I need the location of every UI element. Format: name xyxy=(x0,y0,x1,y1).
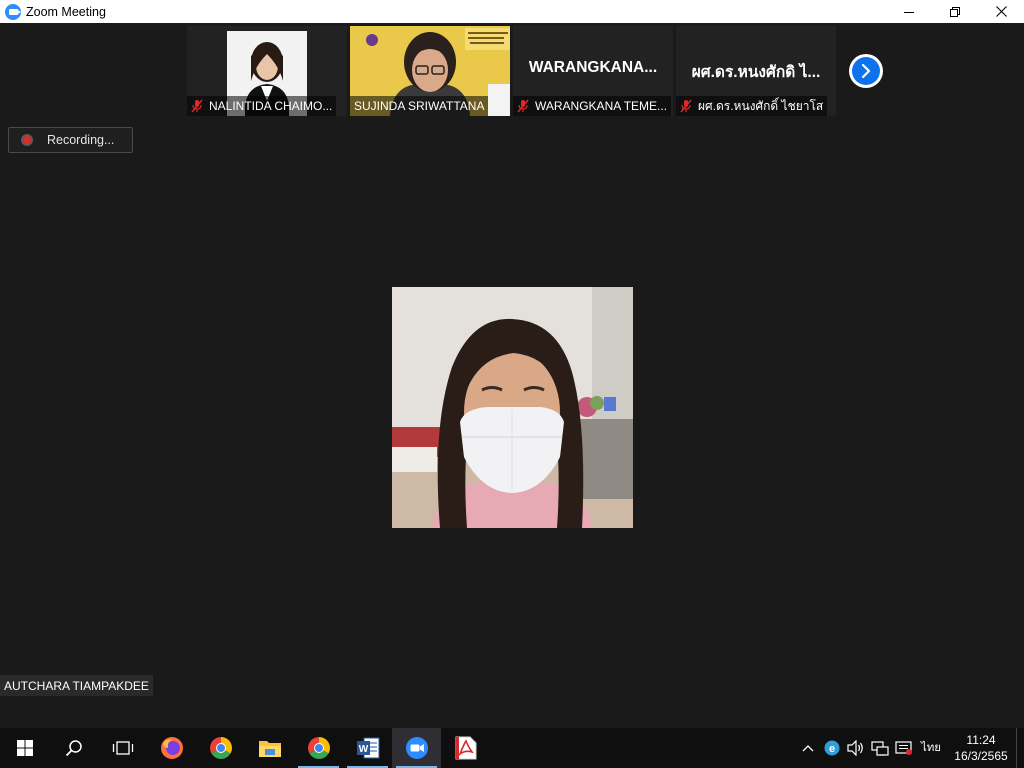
search-button[interactable] xyxy=(49,728,98,768)
minimize-button[interactable] xyxy=(886,0,932,23)
search-icon xyxy=(65,740,82,757)
restore-icon xyxy=(950,6,960,17)
participant-display-name: WARANGKANA... xyxy=(528,59,658,76)
close-icon xyxy=(995,6,1007,17)
clock-time: 11:24 xyxy=(966,733,996,747)
clock-button[interactable]: 11:24 16/3/2565 xyxy=(946,728,1016,768)
taskbar-firefox[interactable] xyxy=(147,728,196,768)
recording-label: Recording... xyxy=(47,133,115,147)
window-controls xyxy=(886,0,1024,23)
participant-tile[interactable]: NALINTIDA CHAIMO... xyxy=(187,26,347,116)
window-titlebar: Zoom Meeting xyxy=(0,0,1024,23)
volume-icon xyxy=(847,740,863,756)
participant-name-bar: ผศ.ดร.หนงศักดิ์ ไชยาโส xyxy=(676,96,828,116)
chevron-right-icon xyxy=(861,64,871,78)
input-language-button[interactable]: ไทย xyxy=(916,728,946,768)
network-button[interactable] xyxy=(868,728,892,768)
show-desktop-button[interactable] xyxy=(1016,728,1024,768)
chevron-up-icon xyxy=(802,745,814,752)
show-hidden-icons-button[interactable] xyxy=(796,728,820,768)
restore-button[interactable] xyxy=(932,0,978,23)
microphone-muted-icon xyxy=(517,99,529,113)
volume-button[interactable] xyxy=(844,728,868,768)
clock-date: 16/3/2565 xyxy=(954,749,1008,763)
acrobat-icon xyxy=(455,736,476,760)
chrome-icon xyxy=(209,737,232,759)
participant-name: SUJINDA SRIWATTANA xyxy=(354,99,485,113)
participant-name-bar: WARANGKANA TEME... xyxy=(513,96,672,116)
windows-start-icon xyxy=(16,740,33,756)
participant-display-name: ผศ.ดร.หนงศักดิ ไ... xyxy=(691,64,821,81)
microphone-muted-icon xyxy=(191,99,203,113)
participant-name-bar: NALINTIDA CHAIMO... xyxy=(187,96,337,116)
active-speaker-video xyxy=(392,287,633,528)
file-explorer-icon xyxy=(258,741,281,757)
record-icon xyxy=(21,134,33,146)
edge-icon: e xyxy=(824,740,840,756)
participant-tile[interactable]: WARANGKANA... WARANGKANA TEME... xyxy=(513,26,673,116)
participant-tile[interactable]: ผศ.ดร.หนงศักดิ ไ... ผศ.ดร.หนงศักดิ์ ไชยา… xyxy=(676,26,836,116)
active-speaker-video-frame xyxy=(392,287,633,528)
taskbar-chrome[interactable] xyxy=(294,728,343,768)
chrome-icon xyxy=(307,737,330,759)
participant-strip: NALINTIDA CHAIMO... SUJINDA SRIWATTANA W… xyxy=(187,26,839,116)
window-title: Zoom Meeting xyxy=(26,4,106,19)
participant-name: WARANGKANA TEME... xyxy=(535,99,668,113)
message-icon xyxy=(895,741,912,755)
next-page-button[interactable] xyxy=(849,54,883,88)
minimize-icon xyxy=(904,11,914,13)
zoom-icon xyxy=(405,737,428,759)
microphone-muted-icon xyxy=(680,99,692,113)
network-icon xyxy=(871,741,889,756)
system-tray: e ไทย 11:24 16/3/2565 xyxy=(796,728,1024,768)
active-speaker-name: AUTCHARA TIAMPAKDEE xyxy=(0,675,153,696)
word-icon: W xyxy=(356,737,379,759)
svg-text:e: e xyxy=(829,743,835,755)
start-button[interactable] xyxy=(0,728,49,768)
input-language: ไทย xyxy=(920,742,942,754)
participant-name-bar: SUJINDA SRIWATTANA xyxy=(350,96,489,116)
recording-indicator[interactable]: Recording... xyxy=(8,127,133,153)
taskbar-word[interactable]: W xyxy=(343,728,392,768)
taskbar-acrobat[interactable] xyxy=(441,728,490,768)
taskbar-zoom[interactable] xyxy=(392,728,441,768)
taskbar-file-explorer[interactable] xyxy=(245,728,294,768)
svg-text:W: W xyxy=(358,744,368,755)
participant-name: ผศ.ดร.หนงศักดิ์ ไชยาโส xyxy=(698,98,824,113)
participant-name: NALINTIDA CHAIMO... xyxy=(209,99,333,113)
task-view-icon xyxy=(112,741,133,755)
zoom-app-icon xyxy=(5,3,21,20)
notifications-button[interactable] xyxy=(892,728,916,768)
task-view-button[interactable] xyxy=(98,728,147,768)
edge-tray-button[interactable]: e xyxy=(820,728,844,768)
taskbar-chrome[interactable] xyxy=(196,728,245,768)
participant-tile[interactable]: SUJINDA SRIWATTANA xyxy=(350,26,510,116)
close-button[interactable] xyxy=(978,0,1024,23)
taskbar: W e ไทย 11:24 16/3/2565 xyxy=(0,728,1024,768)
firefox-icon xyxy=(160,737,183,759)
